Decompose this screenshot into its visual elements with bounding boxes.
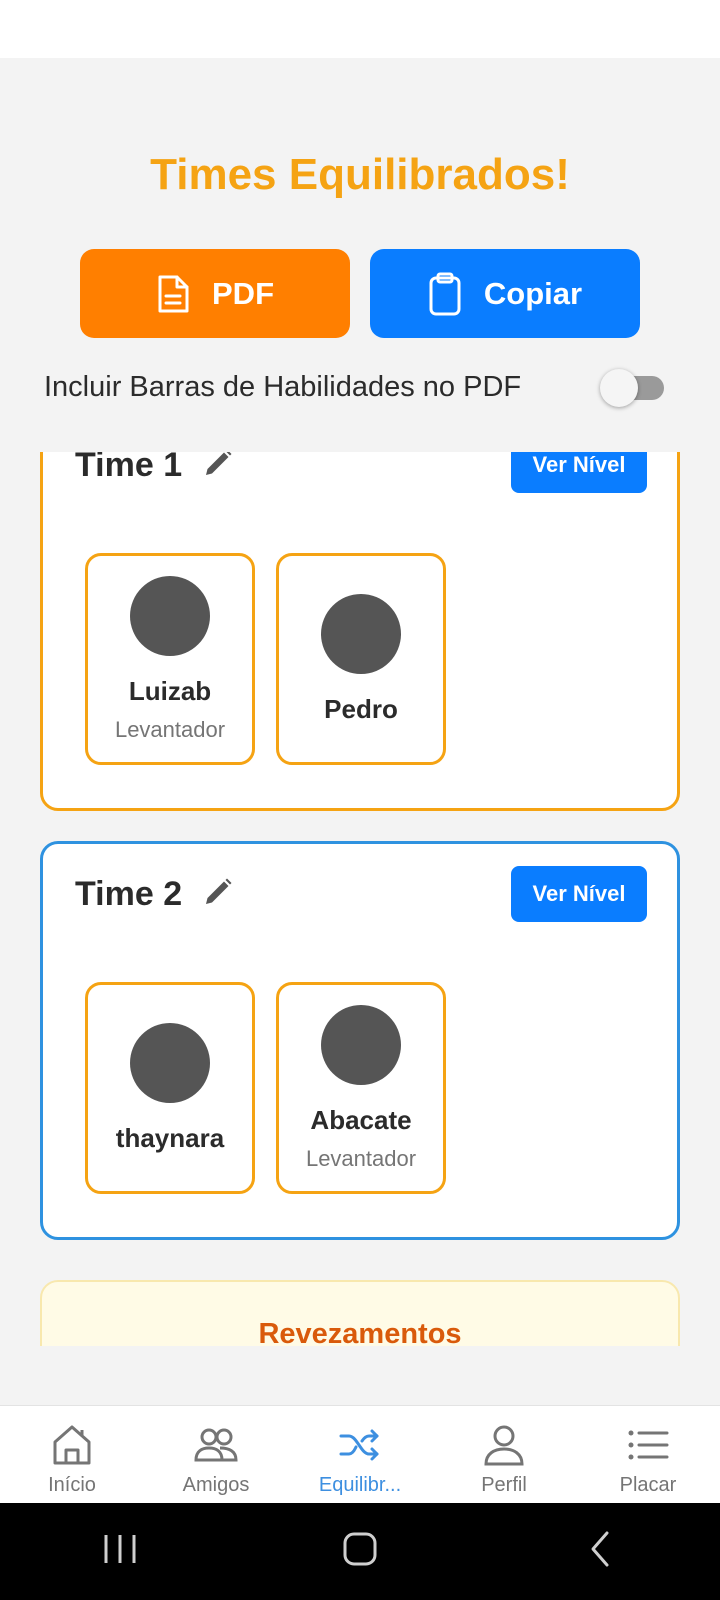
player-role: Levantador bbox=[114, 716, 226, 742]
ver-nivel-button[interactable]: Ver Nível bbox=[511, 866, 647, 922]
list-icon bbox=[625, 1422, 671, 1468]
page-title: Times Equilibrados! bbox=[150, 150, 570, 199]
clipboard-icon bbox=[428, 272, 462, 316]
player-card[interactable]: thaynara bbox=[85, 982, 255, 1194]
pdf-button-label: PDF bbox=[212, 275, 274, 311]
friends-icon bbox=[193, 1422, 239, 1468]
player-name: Abacate bbox=[310, 1104, 412, 1135]
team-header: Time 1 Ver Nível bbox=[75, 452, 647, 493]
revezamentos-card: Revezamentos bbox=[40, 1280, 680, 1346]
player-name: thaynara bbox=[115, 1122, 225, 1153]
recent-apps-button[interactable] bbox=[60, 1512, 180, 1592]
home-system-button[interactable] bbox=[300, 1512, 420, 1592]
avatar bbox=[321, 593, 401, 674]
copy-button-label: Copiar bbox=[483, 275, 583, 311]
status-bar bbox=[0, 0, 720, 58]
team-name: Time 2 bbox=[75, 874, 183, 913]
player-name: Luizab bbox=[128, 675, 212, 706]
team-card: Time 2 Ver Nível thaynara Abacate Levant… bbox=[40, 841, 680, 1240]
home-square-icon bbox=[340, 1529, 380, 1574]
nav-label: Amigos bbox=[182, 1474, 250, 1496]
revezamentos-title: Revezamentos bbox=[258, 1318, 462, 1346]
include-skill-bars-row: Incluir Barras de Habilidades no PDF bbox=[44, 365, 664, 409]
include-skill-bars-toggle[interactable] bbox=[600, 367, 664, 407]
recent-apps-icon bbox=[100, 1531, 140, 1572]
toggle-knob bbox=[600, 369, 638, 407]
nav-item-amigos[interactable]: Amigos bbox=[144, 1406, 288, 1503]
document-icon bbox=[156, 274, 190, 314]
nav-label: Início bbox=[48, 1474, 96, 1496]
profile-icon bbox=[481, 1422, 527, 1468]
player-name: Pedro bbox=[324, 693, 398, 724]
nav-item-placar[interactable]: Placar bbox=[576, 1406, 720, 1503]
back-chevron-icon bbox=[585, 1529, 615, 1574]
nav-label: Equilibr... bbox=[318, 1474, 402, 1496]
back-button[interactable] bbox=[540, 1512, 660, 1592]
system-navigation-bar bbox=[0, 1503, 720, 1600]
copy-button[interactable]: Copiar bbox=[370, 249, 640, 338]
nav-item-perfil[interactable]: Perfil bbox=[432, 1406, 576, 1503]
include-skill-bars-label: Incluir Barras de Habilidades no PDF bbox=[44, 370, 522, 403]
team-name: Time 1 bbox=[75, 452, 183, 484]
nav-label: Placar bbox=[619, 1474, 677, 1496]
player-card[interactable]: Luizab Levantador bbox=[85, 553, 255, 765]
nav-item-inicio[interactable]: Início bbox=[0, 1406, 144, 1503]
shuffle-icon bbox=[337, 1422, 383, 1468]
nav-label: Perfil bbox=[481, 1474, 527, 1496]
player-card[interactable]: Pedro bbox=[276, 553, 446, 765]
ver-nivel-button[interactable]: Ver Nível bbox=[511, 452, 647, 493]
team-card: Time 1 Ver Nível Luizab Levantador Pedro bbox=[40, 452, 680, 811]
avatar bbox=[321, 1004, 401, 1085]
nav-item-equilibrar[interactable]: Equilibr... bbox=[288, 1406, 432, 1503]
bottom-nav: Início Amigos Equilibr... Perfil Placar bbox=[0, 1405, 720, 1503]
pdf-button[interactable]: PDF bbox=[80, 249, 350, 338]
edit-pencil-icon[interactable] bbox=[202, 876, 234, 913]
teams-scroll-area[interactable]: Time 1 Ver Nível Luizab Levantador Pedro bbox=[0, 452, 720, 1346]
player-role: Levantador bbox=[305, 1145, 417, 1171]
team-header: Time 2 Ver Nível bbox=[75, 866, 647, 922]
avatar bbox=[130, 575, 210, 656]
home-icon bbox=[49, 1422, 95, 1468]
edit-pencil-icon[interactable] bbox=[202, 452, 234, 484]
player-card[interactable]: Abacate Levantador bbox=[276, 982, 446, 1194]
avatar bbox=[130, 1022, 210, 1103]
